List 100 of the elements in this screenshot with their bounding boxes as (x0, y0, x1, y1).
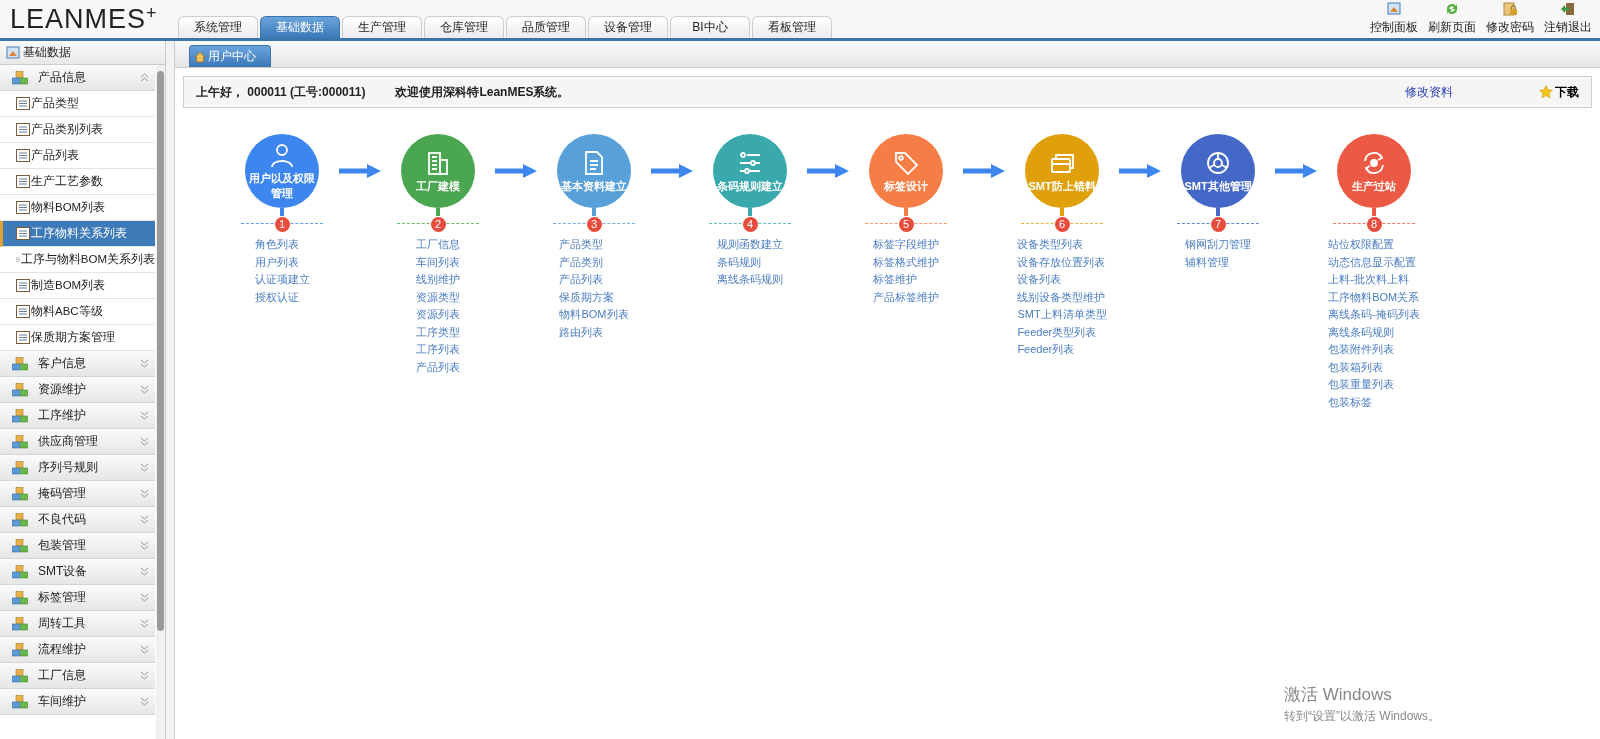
step-circle[interactable]: SMT其他管理 (1181, 134, 1255, 208)
chevron-icon (140, 437, 149, 446)
sidebar-group[interactable]: 掩码管理 (0, 481, 155, 507)
step-link[interactable]: 辅料管理 (1185, 253, 1229, 271)
sidebar-group[interactable]: SMT设备 (0, 559, 155, 585)
sidebar-group[interactable]: 客户信息 (0, 351, 155, 377)
toolbar-button[interactable]: 注销退出 (1542, 1, 1594, 36)
step-link[interactable]: 资源列表 (416, 306, 460, 324)
step-link[interactable]: 用户列表 (254, 253, 299, 271)
nav-tab[interactable]: 生产管理 (342, 16, 422, 38)
step-link[interactable]: 包装箱列表 (1328, 358, 1384, 376)
toolbar-button[interactable]: 刷新页面 (1426, 1, 1478, 36)
step-link[interactable]: 条码规则 (717, 253, 761, 271)
step-link[interactable]: 认证项建立 (254, 271, 310, 289)
step-link[interactable]: Feeder列表 (1017, 341, 1075, 359)
sidebar-group[interactable]: 序列号规则 (0, 455, 155, 481)
step-link[interactable]: 物料BOM列表 (559, 306, 629, 324)
step-link[interactable]: 产品列表 (416, 358, 460, 376)
step-link[interactable]: 产品类别 (559, 253, 604, 271)
step-link[interactable]: 线别维护 (416, 271, 460, 289)
step-link[interactable]: 标签字段维护 (873, 236, 939, 254)
sidebar-group[interactable]: 包装管理 (0, 533, 155, 559)
sidebar-group[interactable]: 供应商管理 (0, 429, 155, 455)
step-link[interactable]: 包装重量列表 (1328, 376, 1395, 394)
step-link[interactable]: 工序列表 (416, 341, 460, 359)
nav-tab[interactable]: 系统管理 (178, 16, 258, 38)
arrow-icon (1275, 164, 1317, 178)
cubes-icon (12, 538, 28, 553)
nav-tab[interactable]: 仓库管理 (424, 16, 504, 38)
step-link[interactable]: 线别设备类型维护 (1017, 288, 1106, 306)
step-link[interactable]: 资源类型 (416, 288, 460, 306)
step-link[interactable]: 工序类型 (416, 323, 460, 341)
step-link[interactable]: 产品列表 (559, 271, 604, 289)
step-link[interactable]: 保质期方案 (559, 288, 615, 306)
sidebar-group[interactable]: 流程维护 (0, 637, 155, 663)
chevron-icon (140, 515, 149, 524)
splitter-bar[interactable] (166, 41, 175, 739)
toolbar-button[interactable]: 控制面板 (1368, 1, 1420, 36)
sidebar-group[interactable]: 车间维护 (0, 689, 155, 715)
download-button[interactable]: 下载 (1539, 83, 1579, 101)
chevron-icon (140, 359, 149, 368)
nav-tab[interactable]: 基础数据 (260, 16, 340, 38)
sidebar-group[interactable]: 工厂信息 (0, 663, 155, 689)
page-tab[interactable]: 用户中心 (189, 45, 271, 67)
sidebar-group[interactable]: 产品信息 (0, 65, 155, 91)
exit-icon (1560, 1, 1576, 17)
step-circle[interactable]: 生产过站 (1337, 134, 1411, 208)
step-circle[interactable]: 基本资料建立 (557, 134, 631, 208)
step-link[interactable]: 标签格式维护 (873, 253, 939, 271)
step-link[interactable]: 上料-批次料上料 (1328, 271, 1409, 289)
nav-tab[interactable]: 设备管理 (588, 16, 668, 38)
step-number: 2 (430, 216, 446, 232)
sidebar-item[interactable]: 工序物料关系列表 (0, 221, 155, 247)
step-link[interactable]: 车间列表 (416, 253, 460, 271)
nav-tab[interactable]: 看板管理 (752, 16, 832, 38)
cubes-icon (12, 512, 28, 527)
step-link[interactable]: 设备存放位置列表 (1017, 253, 1106, 271)
step-link[interactable]: 角色列表 (254, 236, 299, 254)
step-link[interactable]: 离线条码规则 (1328, 323, 1395, 341)
step-link[interactable]: 包装标签 (1328, 393, 1373, 411)
step-link[interactable]: 离线条码规则 (717, 271, 783, 289)
edit-profile-link[interactable]: 修改资料 (1405, 83, 1453, 101)
sidebar-group[interactable]: 资源维护 (0, 377, 155, 403)
chevron-icon (140, 489, 149, 498)
step-link[interactable]: SMT上料清单类型 (1017, 306, 1107, 324)
step-link[interactable]: 动态信息显示配置 (1328, 253, 1417, 271)
step-link[interactable]: 离线条码-掩码列表 (1328, 306, 1420, 324)
activation-title: 激活 Windows (1284, 684, 1393, 706)
chevron-icon (140, 697, 149, 706)
step-link[interactable]: 产品类型 (559, 236, 604, 254)
panel-icon (1386, 1, 1402, 17)
sidebar-group[interactable]: 不良代码 (0, 507, 155, 533)
step-link[interactable]: 站位权限配置 (1328, 236, 1395, 254)
step-link[interactable]: 包装附件列表 (1328, 341, 1395, 359)
step-circle[interactable]: 工厂建模 (401, 134, 475, 208)
sidebar-group[interactable]: 工序维护 (0, 403, 155, 429)
step-circle[interactable]: 条码规则建立 (713, 134, 787, 208)
step-link[interactable]: 路由列表 (559, 323, 604, 341)
step-number: 3 (586, 216, 602, 232)
chevron-icon (140, 463, 149, 472)
nav-tab[interactable]: BI中心 (670, 16, 750, 38)
step-link[interactable]: Feeder类型列表 (1017, 323, 1097, 341)
step-circle[interactable]: 用户以及权限管理 (245, 134, 319, 208)
nav-tab[interactable]: 品质管理 (506, 16, 586, 38)
step-link[interactable]: 产品标签维护 (873, 288, 939, 306)
step-link[interactable]: 工厂信息 (416, 236, 460, 254)
scrollbar[interactable] (156, 65, 165, 739)
step-link[interactable]: 规则函数建立 (717, 236, 783, 254)
step-link[interactable]: 钢网刮刀管理 (1185, 236, 1251, 254)
toolbar-button[interactable]: 修改密码 (1484, 1, 1536, 36)
step-link[interactable]: 工序物料BOM关系 (1328, 288, 1420, 306)
step-link[interactable]: 设备类型列表 (1017, 236, 1084, 254)
step-link[interactable]: 标签维护 (873, 271, 917, 289)
sidebar-title: 基础数据 (0, 41, 165, 65)
step-link[interactable]: 设备列表 (1017, 271, 1062, 289)
step-link[interactable]: 授权认证 (254, 288, 299, 306)
sidebar-group[interactable]: 标签管理 (0, 585, 155, 611)
sidebar-group[interactable]: 周转工具 (0, 611, 155, 637)
lock-icon (1502, 1, 1518, 17)
step-circle[interactable]: 标签设计 (869, 134, 943, 208)
